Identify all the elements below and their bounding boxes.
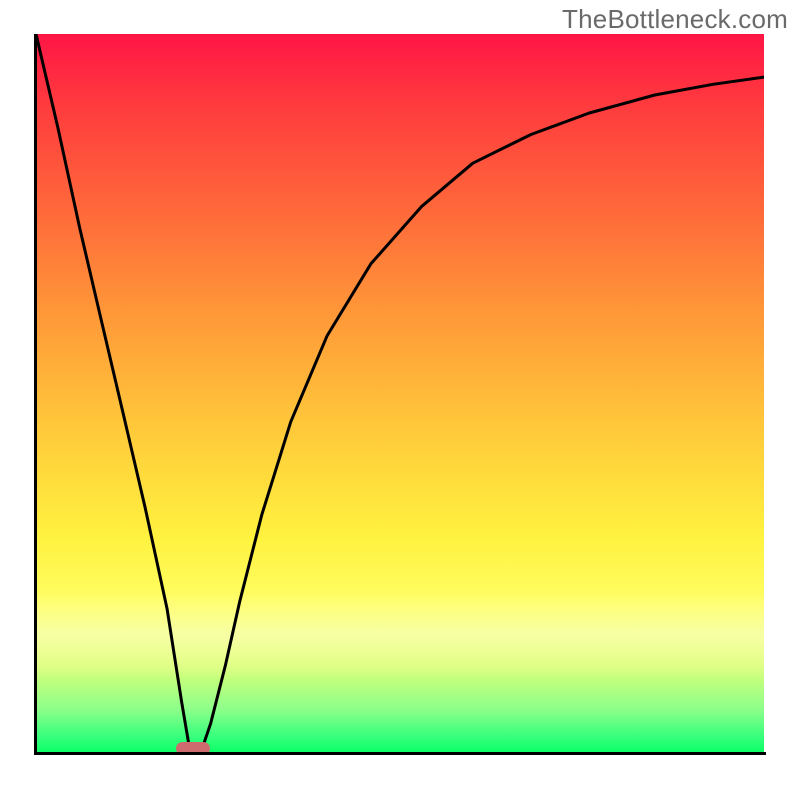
watermark-text: TheBottleneck.com [562, 4, 788, 35]
chart-frame: TheBottleneck.com [0, 0, 800, 800]
axes [12, 34, 788, 800]
x-axis [34, 752, 766, 755]
plot-outer [12, 34, 788, 800]
y-axis [34, 34, 37, 754]
